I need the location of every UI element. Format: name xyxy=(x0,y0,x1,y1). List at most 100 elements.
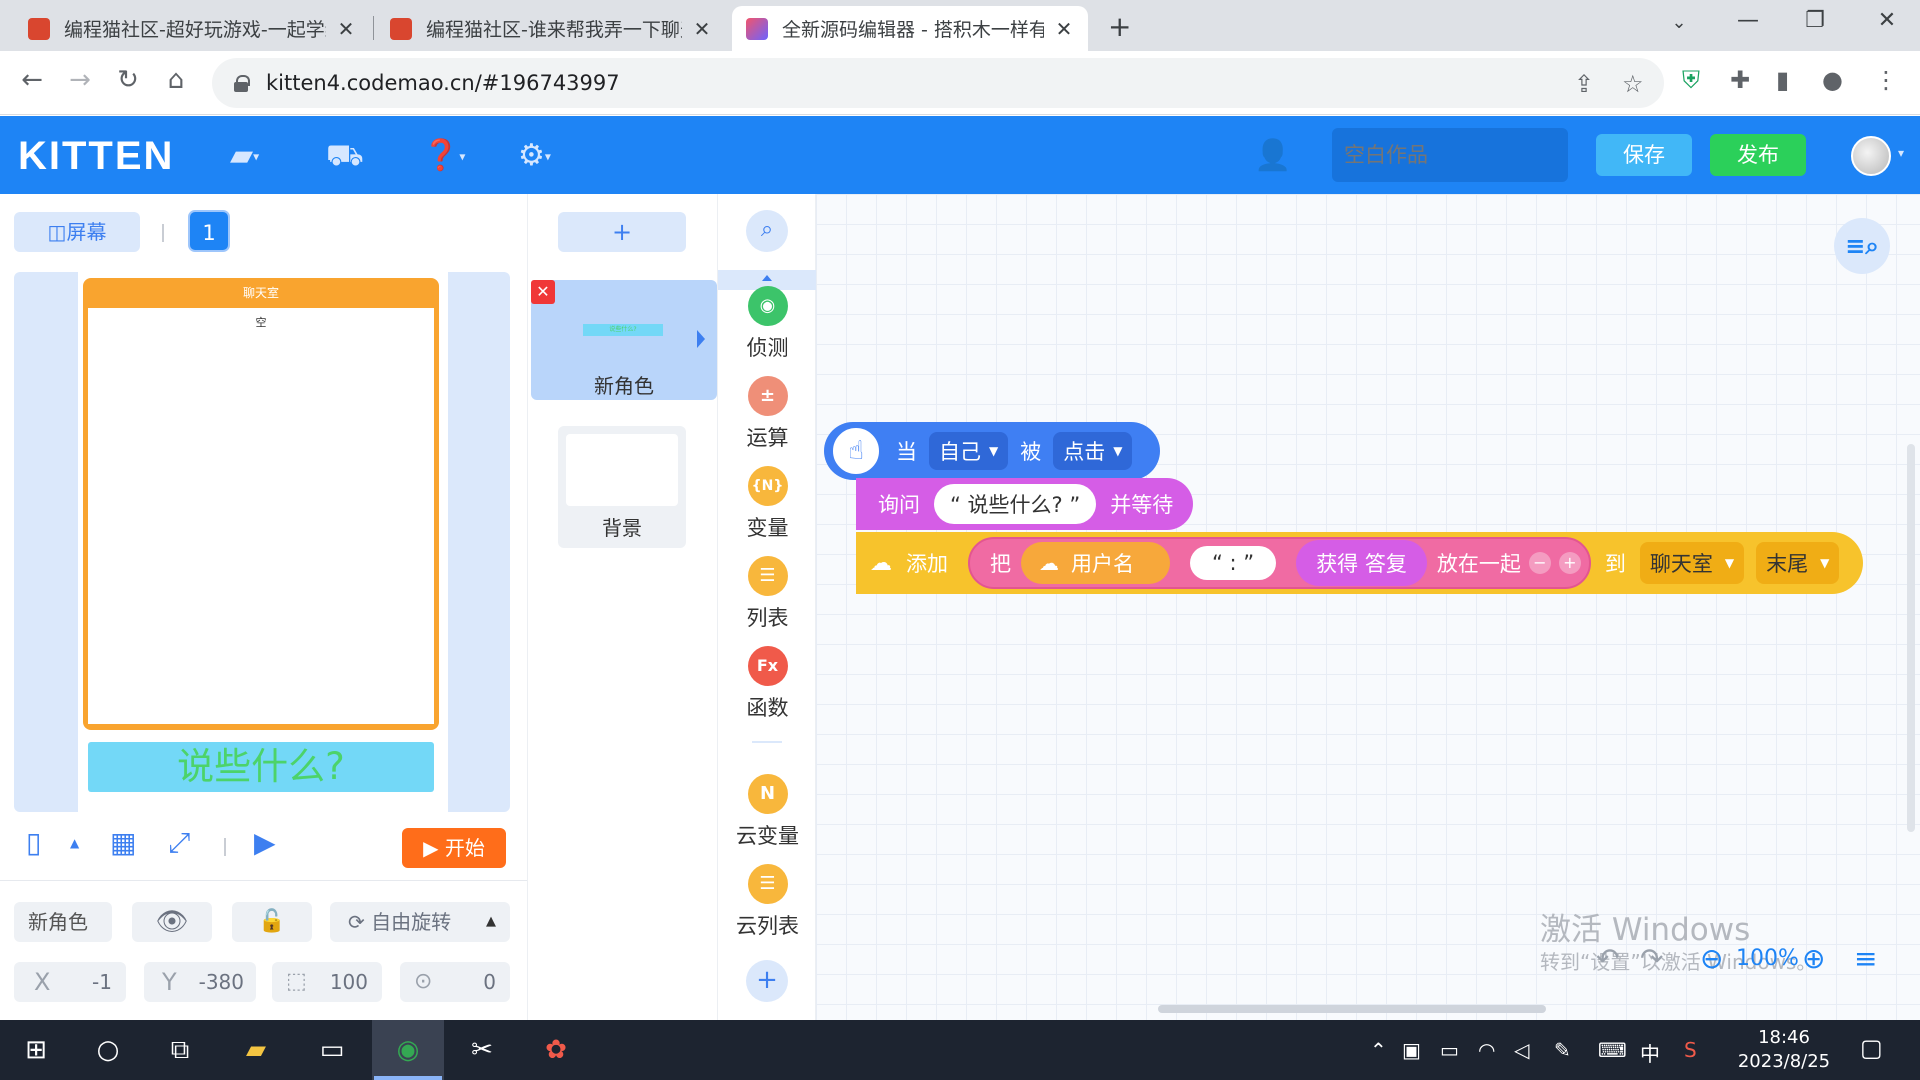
phone-frame-icon[interactable]: ▯ xyxy=(26,826,41,859)
restore-icon[interactable]: ❐ xyxy=(1800,8,1830,33)
pen-icon[interactable]: ✎ xyxy=(1554,1038,1571,1062)
share-icon[interactable]: ⇪ xyxy=(1574,70,1594,98)
undo-icon[interactable]: ↶ xyxy=(1596,942,1619,975)
forward-icon[interactable]: → xyxy=(62,65,98,95)
profile-icon[interactable]: ● xyxy=(1822,66,1843,94)
add-extension-button[interactable]: + xyxy=(746,960,788,1002)
ime-indicator[interactable]: 中 xyxy=(1640,1038,1660,1067)
sprite-name-field[interactable]: 新角色 xyxy=(14,902,112,942)
extensions-puzzle-icon[interactable]: ✚ xyxy=(1730,66,1750,94)
username-block[interactable]: ☁ 用户名 xyxy=(1021,542,1170,584)
security-icon[interactable]: ▣ xyxy=(1402,1038,1421,1062)
back-icon[interactable]: ← xyxy=(14,65,50,95)
visibility-eye-icon[interactable]: 👁 xyxy=(132,902,212,942)
show-hidden-icons[interactable]: ⌃ xyxy=(1370,1038,1387,1062)
size-field[interactable]: ⬚ 100 xyxy=(272,962,382,1002)
help-icon[interactable]: ❓▾ xyxy=(422,138,465,173)
project-name-input[interactable] xyxy=(1332,128,1568,182)
redo-icon[interactable]: ↷ xyxy=(1640,942,1663,975)
ask-and-wait-block[interactable]: 询问 “ 说些什么? ” 并等待 xyxy=(856,478,1194,530)
cortana-search-icon[interactable]: ○ xyxy=(90,1032,126,1068)
close-tab-icon[interactable]: ✕ xyxy=(1054,17,1074,41)
backpack-icon[interactable]: ⛟ xyxy=(326,138,364,177)
grid-icon[interactable]: ▦ xyxy=(110,826,136,859)
browser-tab-2[interactable]: 编程猫社区-谁来帮我弄一下聊天室 ✕ xyxy=(376,6,726,51)
close-tab-icon[interactable]: ✕ xyxy=(692,17,712,41)
home-icon[interactable]: ⌂ xyxy=(158,65,194,95)
caret-up-icon[interactable]: ▲ xyxy=(70,836,79,850)
terminal-icon[interactable]: ▭ xyxy=(312,1032,352,1068)
action-dropdown[interactable]: 点击 ▼ xyxy=(1053,432,1133,470)
system-clock[interactable]: 18:46 2023/8/25 xyxy=(1734,1026,1834,1074)
bookmark-star-icon[interactable]: ☆ xyxy=(1622,70,1644,98)
zoom-out-icon[interactable]: ⊖ xyxy=(1700,942,1723,975)
code-workspace[interactable]: ≡⌕ ☝ 当 自己 ▼ 被 点击 ▼ 询问 “ 说些什么? ” 并等待 ☁ 添加 把… xyxy=(816,194,1920,1020)
when-clicked-block[interactable]: ☝ 当 自己 ▼ 被 点击 ▼ xyxy=(824,422,1161,480)
add-item-icon[interactable]: + xyxy=(1558,552,1581,574)
category-cloud-variables[interactable]: N 云变量 xyxy=(718,774,817,850)
windows-start-icon[interactable]: ⊞ xyxy=(18,1032,54,1068)
browser-tab-3[interactable]: 全新源码编辑器 - 搭积木一样有趣 ✕ xyxy=(732,6,1088,51)
add-sprite-button[interactable]: + xyxy=(558,212,686,252)
colon-string-input[interactable]: “ : ” xyxy=(1190,546,1277,580)
notification-icon[interactable]: ▢ xyxy=(1860,1034,1883,1062)
category-variables[interactable]: {N} 变量 xyxy=(718,466,817,542)
category-functions[interactable]: Fx 函数 xyxy=(718,646,817,722)
task-view-icon[interactable]: ⧉ xyxy=(162,1032,198,1068)
x-position-field[interactable]: X -1 xyxy=(14,962,126,1002)
position-dropdown[interactable]: 末尾 ▼ xyxy=(1756,542,1840,584)
sprite-card[interactable]: ✕ 说些什么? 新角色 xyxy=(531,280,717,400)
unlock-icon[interactable]: 🔓 xyxy=(232,902,312,942)
category-lists[interactable]: ☰ 列表 xyxy=(718,556,817,632)
user-avatar[interactable] xyxy=(1851,136,1891,176)
play-frame-icon[interactable]: ▶ xyxy=(254,826,276,859)
volume-icon[interactable]: ◁ xyxy=(1514,1038,1529,1062)
save-button[interactable]: 保存 xyxy=(1596,134,1692,176)
address-bar[interactable]: kitten4.codemao.cn/#196743997 ⇪ ☆ xyxy=(212,58,1664,108)
chevron-down-icon[interactable]: ▾ xyxy=(1898,146,1904,160)
horizontal-scrollbar[interactable] xyxy=(1158,1005,1546,1013)
expand-arrow-icon[interactable] xyxy=(697,330,705,348)
list-dropdown[interactable]: 聊天室 ▼ xyxy=(1639,542,1745,584)
category-cloud-lists[interactable]: ☰ 云列表 xyxy=(718,864,817,940)
vertical-scrollbar[interactable] xyxy=(1907,444,1915,832)
wifi-icon[interactable]: ◠ xyxy=(1478,1038,1495,1062)
close-window-icon[interactable]: ✕ xyxy=(1872,8,1902,33)
browser-tab-1[interactable]: 编程猫社区-超好玩游戏-一起学编程 ✕ xyxy=(14,6,370,51)
minimize-icon[interactable]: — xyxy=(1733,8,1763,33)
publish-button[interactable]: 发布 xyxy=(1710,134,1806,176)
file-menu-icon[interactable]: ▰▾ xyxy=(230,138,259,173)
category-operators[interactable]: ± 运算 xyxy=(718,376,817,452)
settings-gear-icon[interactable]: ⚙▾ xyxy=(518,138,551,173)
workspace-search-icon[interactable]: ≡⌕ xyxy=(1834,218,1890,274)
y-position-field[interactable]: Y -380 xyxy=(144,962,256,1002)
zoom-in-icon[interactable]: ⊕ xyxy=(1802,942,1825,975)
add-to-list-block[interactable]: ☁ 添加 把 ☁ 用户名 “ : ” 获得 答复 放在一起 − + 到 聊天室 ▼ … xyxy=(856,532,1864,594)
tab-search-icon[interactable]: ⌄ xyxy=(1664,12,1694,33)
question-string-input[interactable]: “ 说些什么? ” xyxy=(934,484,1097,524)
battery-icon[interactable]: ▭ xyxy=(1440,1038,1459,1062)
start-button[interactable]: ▶ 开始 xyxy=(402,828,506,868)
target-dropdown[interactable]: 自己 ▼ xyxy=(929,432,1009,470)
get-answer-block[interactable]: 获得 答复 xyxy=(1296,540,1427,586)
rotation-mode-select[interactable]: ⟳ 自由旋转 ▲ xyxy=(330,902,510,942)
keyboard-icon[interactable]: ⌨ xyxy=(1598,1038,1627,1062)
category-sensing[interactable]: ◉ 侦测 xyxy=(718,286,817,362)
screen-number-tab[interactable]: 1 xyxy=(188,210,230,252)
codemao-app-icon[interactable]: ✿ xyxy=(536,1032,576,1068)
screen-button[interactable]: ◫屏幕 xyxy=(14,212,140,252)
add-collaborator-icon[interactable]: 👤 xyxy=(1254,138,1291,173)
reload-icon[interactable]: ↻ xyxy=(110,65,146,95)
file-explorer-icon[interactable]: ▰ xyxy=(236,1032,276,1068)
remove-item-icon[interactable]: − xyxy=(1528,552,1551,574)
extension-shield-icon[interactable]: ⛨ xyxy=(1682,66,1700,94)
capcut-icon[interactable]: ✂ xyxy=(462,1032,502,1068)
sidepanel-icon[interactable]: ▮ xyxy=(1776,66,1789,94)
chrome-icon[interactable]: ◉ xyxy=(388,1032,428,1068)
align-blocks-icon[interactable]: ≡ xyxy=(1854,942,1877,975)
chrome-menu-icon[interactable]: ⋮ xyxy=(1874,66,1898,94)
new-tab-icon[interactable]: + xyxy=(1108,10,1131,43)
join-block[interactable]: 把 ☁ 用户名 “ : ” 获得 答复 放在一起 − + xyxy=(968,537,1591,589)
direction-field[interactable]: ⊙ 0 xyxy=(400,962,510,1002)
block-search-icon[interactable]: ⌕ xyxy=(746,210,788,252)
